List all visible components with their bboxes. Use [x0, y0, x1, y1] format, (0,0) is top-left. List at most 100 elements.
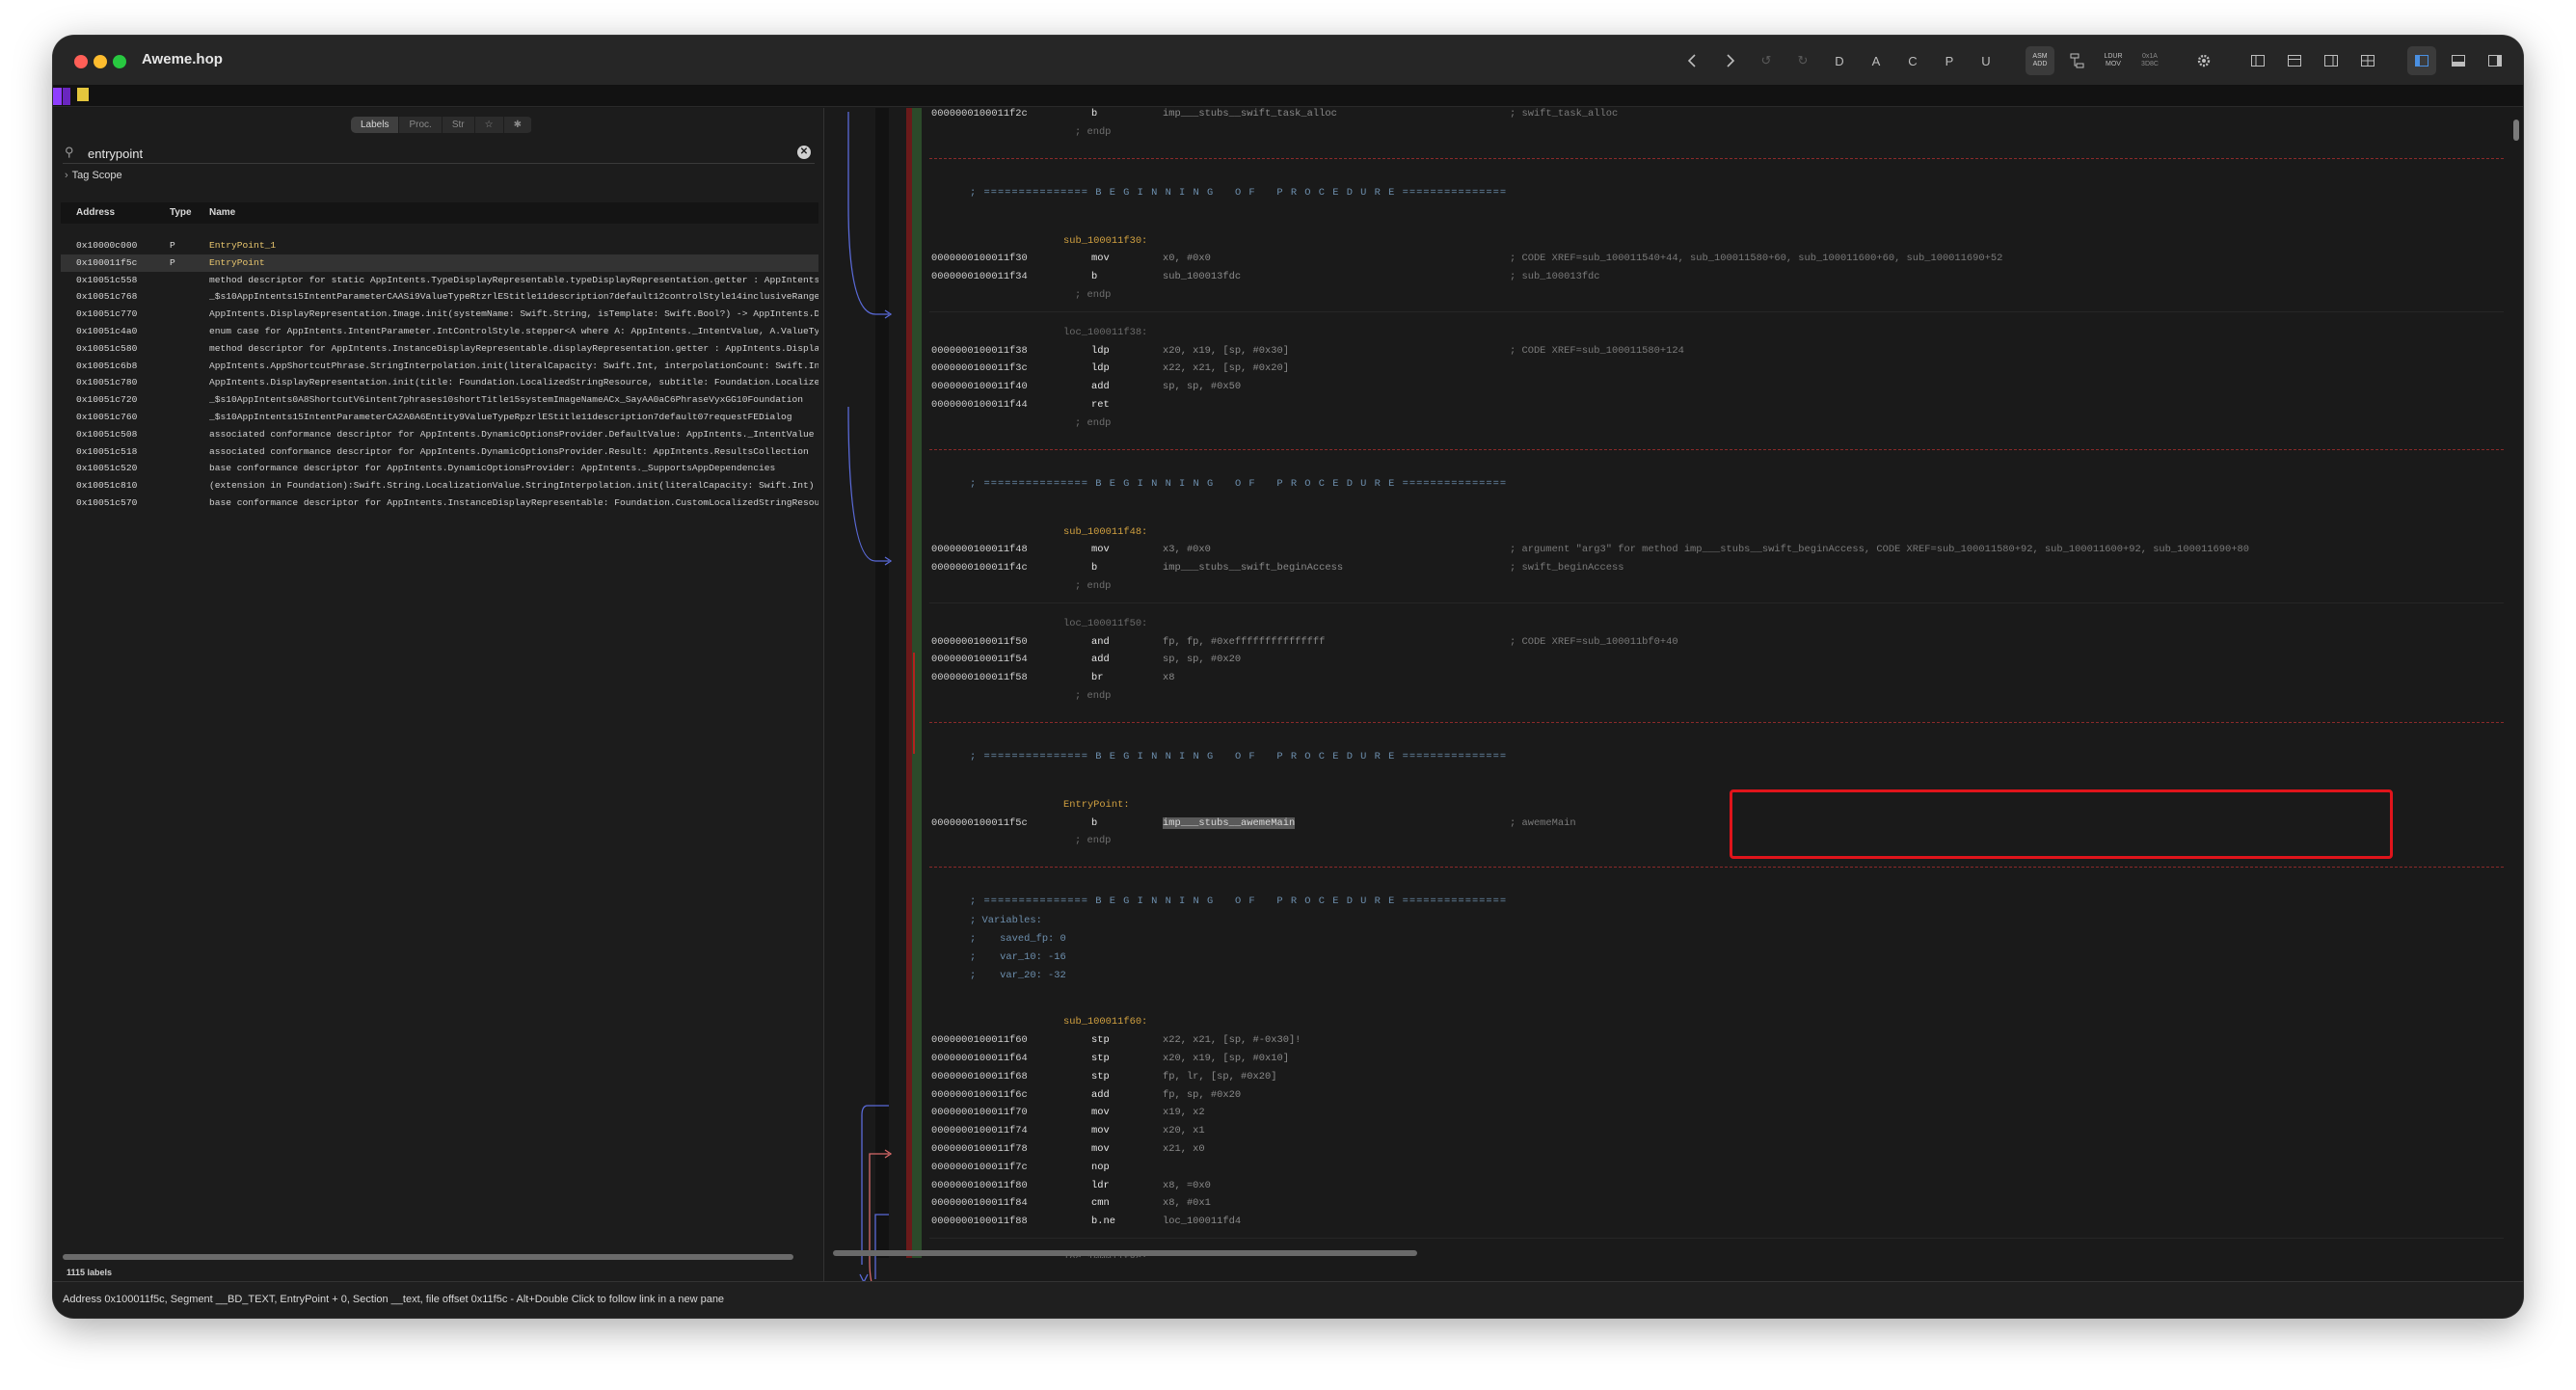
forward-button[interactable] [1715, 46, 1744, 75]
zoom-window-button[interactable] [113, 55, 126, 68]
listing-vertical-scrollbar[interactable] [2513, 120, 2519, 141]
table-row[interactable]: 0x10051c580 method descriptor for AppInte… [61, 340, 818, 358]
instruction-operands[interactable]: x0, #0x0 [1163, 253, 1211, 264]
instruction-operands[interactable]: x22, x21, [sp, #-0x30]! [1163, 1034, 1301, 1046]
instruction-operands[interactable]: sp, sp, #0x20 [1163, 654, 1241, 665]
instruction-address: 0000000100011f6c [931, 1088, 1028, 1101]
view-mode-hex-button[interactable]: 0x1A 3D8C [2135, 46, 2164, 75]
instruction-comment: ; swift_task_alloc [1510, 108, 1619, 120]
table-row[interactable]: 0x10051c520 base conformance descriptor f… [61, 460, 818, 477]
instruction-operands[interactable]: x3, #0x0 [1163, 544, 1211, 555]
instruction-operands[interactable]: x8, #0x1 [1163, 1197, 1211, 1209]
table-row[interactable]: 0x10051c570 base conformance descriptor f… [61, 495, 818, 512]
segment-color-bar[interactable] [53, 86, 2523, 107]
procedure-label[interactable]: sub_100011f30: [1063, 235, 1147, 247]
instruction-operands[interactable]: imp___stubs__swift_task_alloc [1163, 108, 1337, 120]
tag-scope-toggle[interactable]: › Tag Scope [65, 170, 122, 181]
back-button[interactable] [1678, 46, 1707, 75]
tab-procedures[interactable]: Proc. [399, 117, 443, 133]
toggle-right-pane-button[interactable] [2481, 46, 2509, 75]
table-row[interactable]: 0x10051c6b8 AppIntents.AppShortcutPhrase.… [61, 358, 818, 375]
instruction-mnemonic: nop [1091, 1161, 1110, 1173]
instruction-operands[interactable]: x19, x2 [1163, 1107, 1205, 1118]
instruction-operands[interactable]: loc_100011fd4 [1163, 1216, 1241, 1227]
instruction-operands[interactable]: x8, =0x0 [1163, 1180, 1211, 1191]
view-mode-asm-button[interactable]: ASM ADD [2026, 46, 2054, 75]
table-row[interactable]: 0x10000c000 P EntryPoint_1 [61, 237, 818, 254]
undo-button[interactable]: ↺ [1752, 46, 1781, 75]
layout-grid-button[interactable] [2353, 46, 2382, 75]
tab-strings[interactable]: Str [443, 117, 475, 133]
tab-bookmarks[interactable]: ☆ [475, 117, 504, 133]
type-code-button[interactable]: C [1898, 46, 1927, 75]
procedure-label[interactable]: sub_100011f60: [1063, 1016, 1147, 1028]
type-ascii-button[interactable]: A [1862, 46, 1891, 75]
type-data-button[interactable]: D [1825, 46, 1854, 75]
procedure-divider [929, 721, 2504, 723]
layout-split-top-button[interactable] [2280, 46, 2309, 75]
instruction-operands[interactable]: sub_100013fdc [1163, 271, 1241, 282]
view-mode-cfg-button[interactable] [2062, 46, 2091, 75]
instruction-address: 0000000100011f38 [931, 344, 1028, 357]
instruction-operands[interactable]: fp, sp, #0x20 [1163, 1089, 1241, 1101]
procedure-label[interactable]: sub_100011f48: [1063, 526, 1147, 538]
table-row[interactable]: 0x10051c720 _$s10AppIntents0A8ShortcutV6i… [61, 391, 818, 409]
instruction-operands[interactable]: x21, x0 [1163, 1143, 1205, 1155]
instruction-operands[interactable]: x20, x19, [sp, #0x30] [1163, 345, 1289, 357]
table-row[interactable]: 0x100011f5c P EntryPoint [61, 254, 818, 272]
instruction-operands[interactable]: fp, fp, #0xefffffffffffffff [1163, 636, 1325, 648]
table-row[interactable]: 0x10051c810 (extension in Foundation):Swi… [61, 477, 818, 495]
tab-tags[interactable]: ✱ [504, 117, 532, 133]
table-row[interactable]: 0x10051c768 _$s10AppIntents15IntentParame… [61, 288, 818, 306]
minimize-window-button[interactable] [94, 55, 107, 68]
instruction-operands[interactable]: fp, lr, [sp, #0x20] [1163, 1071, 1276, 1083]
toggle-bottom-pane-button[interactable] [2444, 46, 2473, 75]
instruction-operands[interactable]: imp___stubs__swift_beginAccess [1163, 562, 1343, 574]
cell-name: EntryPoint [209, 256, 265, 268]
cfg-icon [2070, 53, 2084, 68]
instruction-address: 0000000100011f4c [931, 562, 1028, 575]
layout-split-right-button[interactable] [2317, 46, 2346, 75]
disassembly-listing[interactable]: 0000000100011f2c b imp___stubs__swift_task… [922, 108, 2504, 1258]
listing-horizontal-scrollbar[interactable] [833, 1250, 1417, 1256]
close-window-button[interactable] [74, 55, 88, 68]
procedure-label[interactable]: EntryPoint: [1063, 799, 1130, 811]
instruction-mnemonic: mov [1091, 1107, 1110, 1119]
settings-button[interactable] [2189, 46, 2218, 75]
instruction-address: 0000000100011f70 [931, 1107, 1028, 1119]
instruction-operands[interactable]: imp___stubs__awemeMain [1163, 816, 1296, 829]
redo-button[interactable]: ↻ [1788, 46, 1817, 75]
cell-address: 0x10051c580 [76, 342, 138, 354]
cell-name: _$s10AppIntents15IntentParameterCA2A0A6E… [209, 411, 792, 422]
local-label[interactable]: loc_100011f38: [1063, 327, 1147, 338]
table-row[interactable]: 0x10051c4a0 enum case for AppIntents.Inte… [61, 323, 818, 340]
table-row[interactable]: 0x10051c518 associated conformance descri… [61, 443, 818, 461]
instruction-operands[interactable]: x20, x1 [1163, 1125, 1205, 1136]
type-procedure-button[interactable]: P [1935, 46, 1964, 75]
instruction-address: 0000000100011f5c [931, 816, 1028, 829]
instruction-operands[interactable]: x20, x19, [sp, #0x10] [1163, 1053, 1289, 1064]
instruction-operands[interactable]: sp, sp, #0x50 [1163, 381, 1241, 392]
column-type[interactable]: Type [170, 207, 192, 218]
view-mode-pseudo-button[interactable]: LDUR MOV [2099, 46, 2128, 75]
instruction-operands[interactable]: x22, x21, [sp, #0x20] [1163, 362, 1289, 374]
layout-split-left-button[interactable] [2243, 46, 2272, 75]
cell-address: 0x10051c6b8 [76, 360, 138, 371]
table-row[interactable]: 0x10051c508 associated conformance descri… [61, 426, 818, 443]
local-label[interactable]: loc_100011f50: [1063, 618, 1147, 629]
table-row[interactable]: 0x10051c770 AppIntents.DisplayRepresentat… [61, 306, 818, 323]
clear-search-icon[interactable]: ✕ [797, 146, 811, 159]
type-undefined-button[interactable]: U [1972, 46, 2000, 75]
table-row[interactable]: 0x10051c780 AppIntents.DisplayRepresentat… [61, 374, 818, 391]
labels-horizontal-scrollbar[interactable] [63, 1254, 793, 1260]
instruction-address: 0000000100011f7c [931, 1161, 1028, 1173]
table-row[interactable]: 0x10051c760 _$s10AppIntents15IntentParame… [61, 409, 818, 426]
layout-right-icon [2324, 55, 2338, 67]
column-name[interactable]: Name [209, 207, 235, 218]
column-address[interactable]: Address [76, 207, 115, 218]
instruction-operands[interactable]: x8 [1163, 672, 1174, 683]
tab-labels[interactable]: Labels [351, 117, 400, 133]
table-row[interactable]: 0x10051c558 method descriptor for static … [61, 272, 818, 289]
toggle-left-pane-button[interactable] [2407, 46, 2436, 75]
search-input[interactable] [88, 144, 782, 163]
